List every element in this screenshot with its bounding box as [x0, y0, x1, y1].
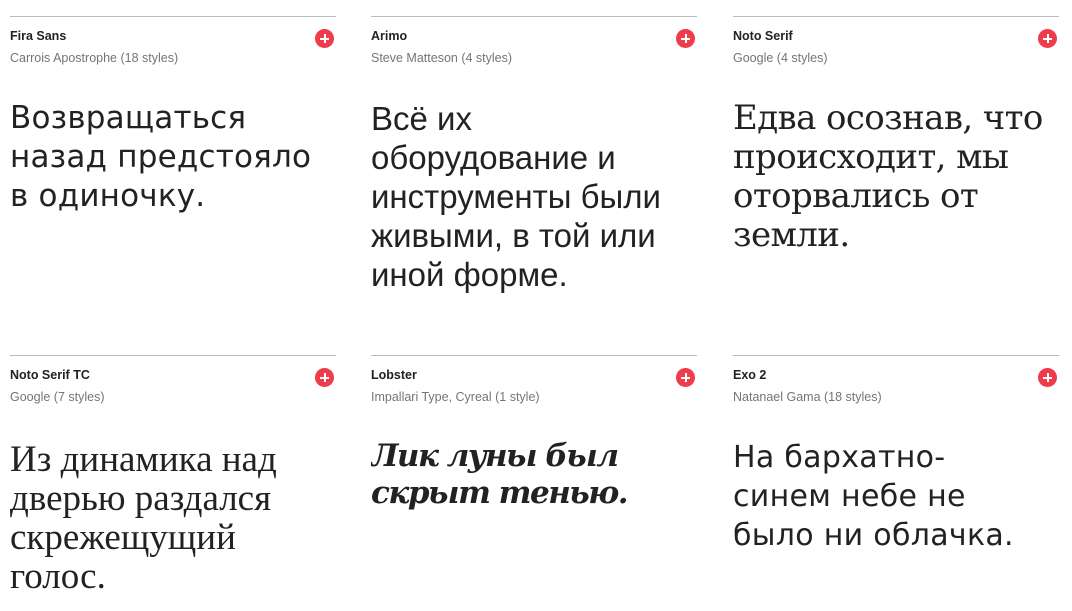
font-author: Google (7 styles)	[10, 390, 105, 404]
font-author: Impallari Type, Cyreal (1 style)	[371, 390, 540, 404]
font-author: Natanael Gama (18 styles)	[733, 390, 882, 404]
add-font-button[interactable]	[676, 29, 695, 48]
add-font-button[interactable]	[315, 368, 334, 387]
font-card-arimo[interactable]: Arimo Steve Matteson (4 styles) Всё их о…	[371, 16, 697, 306]
font-name[interactable]: Lobster	[371, 368, 417, 382]
font-card-exo-2[interactable]: Exo 2 Natanael Gama (18 styles) На барха…	[733, 355, 1059, 611]
font-sample-text: Возвращаться назад предстояло в одиночку…	[10, 100, 312, 214]
add-font-button[interactable]	[315, 29, 334, 48]
font-name[interactable]: Arimo	[371, 29, 407, 43]
font-author: Steve Matteson (4 styles)	[371, 51, 513, 65]
font-name[interactable]: Fira Sans	[10, 29, 66, 43]
font-card-lobster[interactable]: Lobster Impallari Type, Cyreal (1 style)…	[371, 355, 697, 611]
add-font-button[interactable]	[1038, 368, 1057, 387]
font-name[interactable]: Exo 2	[733, 368, 766, 382]
font-sample-text: На бархатно-синем небе не было ни облачк…	[733, 440, 1014, 553]
font-name[interactable]: Noto Serif	[733, 29, 793, 43]
font-card-fira-sans[interactable]: Fira Sans Carrois Apostrophe (18 styles)…	[10, 16, 336, 306]
font-sample-text: Всё их оборудование и инструменты были ж…	[371, 100, 661, 293]
font-card-noto-serif[interactable]: Noto Serif Google (4 styles) Едва осозна…	[733, 16, 1059, 306]
font-author: Carrois Apostrophe (18 styles)	[10, 51, 179, 65]
font-name[interactable]: Noto Serif TC	[10, 368, 90, 382]
add-font-button[interactable]	[1038, 29, 1057, 48]
font-sample-text: Из динамика над дверью раздался скрежещу…	[10, 439, 277, 597]
font-card-noto-serif-tc[interactable]: Noto Serif TC Google (7 styles) Из динам…	[10, 355, 336, 611]
font-sample-text: Лик луны был скрыт тенью.	[371, 438, 629, 511]
font-author: Google (4 styles)	[733, 51, 828, 65]
font-sample-text: Едва осознав, что происходит, мы оторвал…	[733, 98, 1043, 255]
add-font-button[interactable]	[676, 368, 695, 387]
